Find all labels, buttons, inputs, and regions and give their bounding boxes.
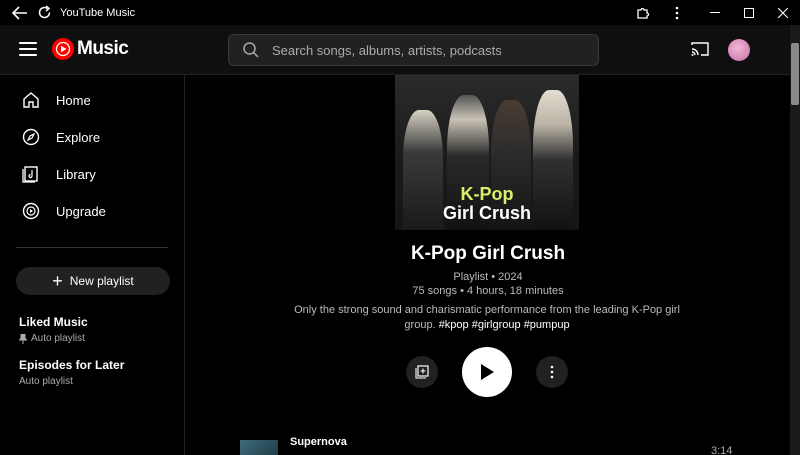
youtube-music-logo[interactable]: Music [52,38,129,60]
plus-icon: + [52,271,63,291]
arrow-left-icon [12,5,27,20]
search-icon [243,42,259,58]
library-icon [22,166,38,183]
playlist-cover-art: K-Pop Girl Crush [395,75,579,230]
upgrade-icon [22,202,40,220]
save-to-library-button[interactable] [406,356,438,388]
track-thumbnail [240,440,278,455]
playlist-description: Only the strong sound and charismatic pe… [286,303,688,333]
play-logo-icon [52,38,74,60]
cast-icon[interactable] [691,41,709,57]
more-vertical-icon [675,6,679,19]
title-bar: YouTube Music [0,0,800,25]
refresh-icon [38,5,50,19]
compass-icon [22,128,40,146]
sidebar-item-explore[interactable]: Explore [0,120,185,154]
avatar[interactable] [728,39,750,61]
playlist-title: Liked Music [19,315,88,329]
search-box[interactable] [228,34,599,66]
library-add-icon [415,365,429,379]
sidebar-item-label: Library [56,166,96,182]
sidebar-item-home[interactable]: Home [0,83,185,117]
sidebar-item-label: Upgrade [56,203,106,219]
playlist-title: Episodes for Later [19,358,125,372]
more-menu-button[interactable] [660,0,694,25]
cover-title-line2: Girl Crush [442,203,531,223]
scrollbar[interactable] [790,25,800,455]
close-button[interactable] [766,0,800,25]
puzzle-icon [637,7,650,19]
sidebar-playlist-liked-music[interactable]: Liked Music Auto playlist [19,315,88,344]
play-icon [481,364,494,380]
more-vertical-icon [550,365,554,379]
close-icon [778,7,788,18]
window-title: YouTube Music [60,6,136,19]
menu-button[interactable] [19,42,37,56]
page-title: K-Pop Girl Crush [410,243,566,264]
cover-title-line1: K-Pop [460,184,514,204]
minimize-icon [710,11,720,13]
track-title[interactable]: Supernova [290,436,347,448]
scrollbar-thumb[interactable] [791,43,799,105]
playlist-subtitle: Auto playlist [19,376,73,387]
more-options-button[interactable] [536,356,568,388]
sidebar-item-label: Explore [56,129,101,145]
app-header: Music [0,25,800,75]
playlist-counts: 75 songs • 4 hours, 18 minutes [412,285,564,297]
maximize-icon [744,7,754,18]
hashtags[interactable]: #kpop #girlgroup #pumpup [439,319,570,331]
sidebar: Home Explore Library Upgrade + New playl… [0,75,185,455]
maximize-button[interactable] [732,0,766,25]
sidebar-item-upgrade[interactable]: Upgrade [0,194,185,228]
playlist-subtitle: Auto playlist [31,333,85,344]
new-playlist-button[interactable]: + New playlist [16,267,170,295]
sidebar-item-label: Home [56,92,91,108]
playlist-type-year: Playlist • 2024 [453,271,523,283]
table-row[interactable]: Supernova 3:14 [240,433,740,455]
reload-button[interactable] [34,3,54,23]
search-input[interactable] [272,42,592,58]
back-button[interactable] [10,3,30,23]
new-playlist-label: New playlist [69,274,134,288]
track-duration: 3:14 [711,445,733,455]
minimize-button[interactable] [698,0,732,25]
sidebar-playlist-episodes-for-later[interactable]: Episodes for Later Auto playlist [19,358,124,387]
playlist-page: K-Pop Girl Crush K-Pop Girl Crush Playli… [186,75,790,455]
pin-icon [19,333,27,344]
sidebar-item-library[interactable]: Library [0,157,185,191]
extensions-button[interactable] [626,0,660,25]
sidebar-divider [16,247,168,248]
logo-text: Music [77,38,129,59]
home-icon [23,92,39,108]
play-button[interactable] [462,347,512,397]
